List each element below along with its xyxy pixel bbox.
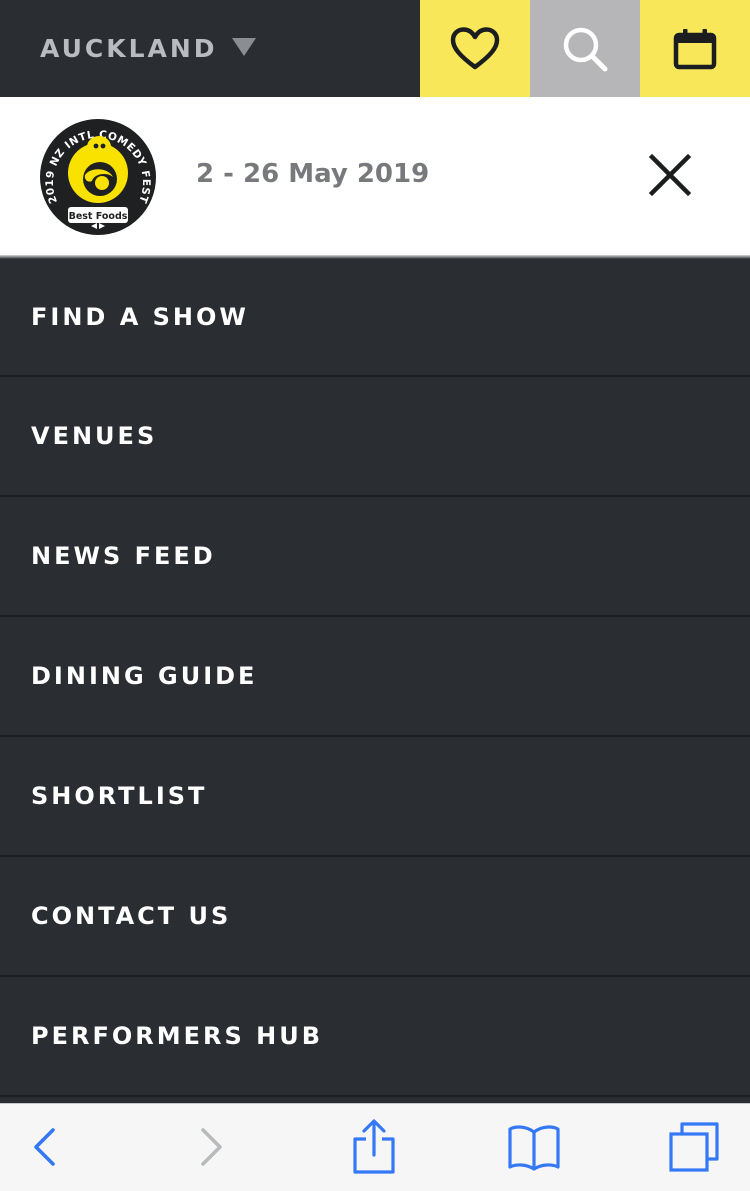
triangle-down-icon	[231, 37, 256, 56]
menu-item-contact-us[interactable]: CONTACT US	[0, 857, 750, 977]
menu-item-label: PERFORMERS HUB	[31, 1022, 324, 1050]
bookmarks-button[interactable]	[504, 1116, 564, 1178]
search-button[interactable]	[530, 0, 640, 97]
tabs-icon	[669, 1122, 719, 1172]
menu-item-label: SHORTLIST	[31, 782, 208, 810]
menu-item-shortlist[interactable]: SHORTLIST	[0, 737, 750, 857]
heart-icon	[450, 26, 500, 69]
menu-item-label: VENUES	[31, 422, 158, 450]
menu-item-label: FIND A SHOW	[31, 302, 249, 331]
festival-header: 2019 NZ INTL COMEDY FEST Best Foods 2 - …	[0, 97, 750, 255]
search-icon	[563, 27, 608, 71]
menu-item-label: DINING GUIDE	[31, 662, 258, 690]
menu-item-label: CONTACT US	[31, 902, 232, 930]
menu-item-performers-hub[interactable]: PERFORMERS HUB	[0, 977, 750, 1097]
chevron-right-icon	[201, 1128, 222, 1166]
chevron-left-icon	[34, 1128, 55, 1166]
city-label: AUCKLAND	[40, 34, 218, 63]
festival-logo[interactable]: 2019 NZ INTL COMEDY FEST Best Foods	[38, 117, 158, 237]
forward-button[interactable]	[182, 1116, 242, 1178]
main-menu: FIND A SHOW VENUES NEWS FEED DINING GUID…	[0, 258, 750, 1097]
close-icon	[648, 153, 692, 197]
menu-item-news-feed[interactable]: NEWS FEED	[0, 497, 750, 617]
share-icon	[353, 1119, 395, 1174]
menu-item-venues[interactable]: VENUES	[0, 377, 750, 497]
city-selector[interactable]: AUCKLAND	[40, 0, 256, 97]
browser-toolbar	[0, 1103, 750, 1191]
book-icon	[508, 1125, 560, 1171]
logo-badge-text: Best Foods	[69, 211, 128, 222]
top-bar: AUCKLAND	[0, 0, 750, 97]
close-menu-button[interactable]	[640, 145, 700, 205]
menu-item-find-a-show[interactable]: FIND A SHOW	[0, 258, 750, 377]
menu-item-dining-guide[interactable]: DINING GUIDE	[0, 617, 750, 737]
festival-dates: 2 - 26 May 2019	[196, 159, 430, 189]
tabs-button[interactable]	[664, 1116, 724, 1178]
back-button[interactable]	[14, 1116, 74, 1178]
share-button[interactable]	[344, 1116, 404, 1178]
calendar-icon	[673, 28, 717, 69]
menu-item-label: NEWS FEED	[31, 542, 216, 570]
calendar-button[interactable]	[640, 0, 750, 97]
favorites-button[interactable]	[420, 0, 530, 97]
